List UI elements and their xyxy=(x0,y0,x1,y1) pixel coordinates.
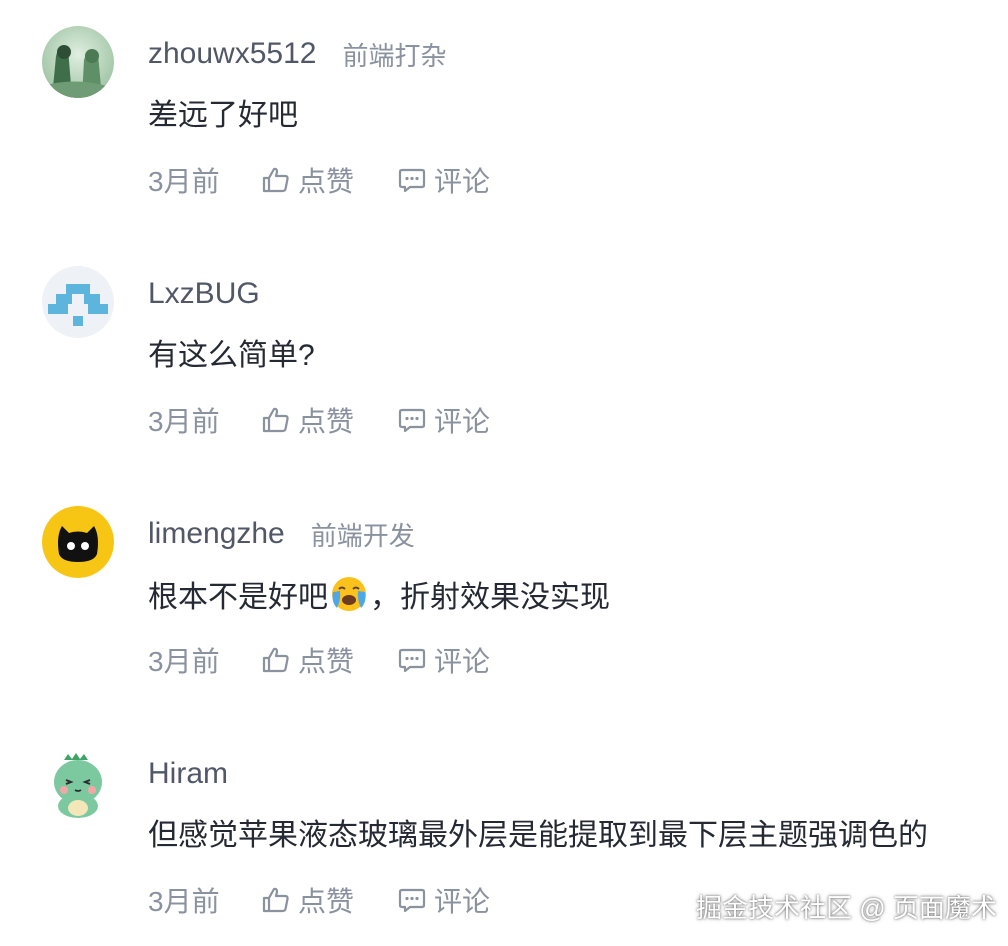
thumbs-up-icon xyxy=(262,887,289,913)
comment-label: 评论 xyxy=(434,886,491,917)
username[interactable]: zhouwx5512 xyxy=(148,37,316,71)
loudly-crying-emoji-icon xyxy=(332,577,366,611)
reply-button[interactable]: 评论 xyxy=(396,160,490,200)
comment-bubble-icon xyxy=(398,888,426,913)
thumbs-up-icon xyxy=(262,167,289,193)
like-label: 点赞 xyxy=(298,646,355,677)
user-avatar[interactable] xyxy=(42,746,114,818)
like-button[interactable]: 点赞 xyxy=(260,400,354,440)
thumbs-up-icon xyxy=(262,407,289,433)
comment-text: 根本不是好吧 xyxy=(148,581,328,614)
thumbs-up-icon xyxy=(262,647,289,673)
comment-bubble-icon xyxy=(398,168,426,193)
comment-bubble-icon xyxy=(398,648,426,673)
comment-content: 有这么简单? xyxy=(148,339,315,372)
user-avatar[interactable] xyxy=(42,26,114,98)
comment-label: 评论 xyxy=(434,646,491,677)
username[interactable]: LxzBUG xyxy=(148,277,260,311)
user-avatar[interactable] xyxy=(42,266,114,338)
comment-item: zhouwx5512 前端打杂 差远了好吧 3月前 点赞 评论 xyxy=(0,0,1008,200)
comment-label: 评论 xyxy=(434,166,491,197)
like-label: 点赞 xyxy=(298,406,355,437)
comment-header: Hiram xyxy=(148,754,228,794)
username[interactable]: limengzhe xyxy=(148,517,285,551)
comment-header: zhouwx5512 前端打杂 xyxy=(148,34,446,74)
like-label: 点赞 xyxy=(298,886,355,917)
comment-label: 评论 xyxy=(434,406,491,437)
comment-content: 差远了好吧 xyxy=(148,99,298,132)
user-avatar[interactable] xyxy=(42,506,114,578)
comment-time: 3月前 xyxy=(148,886,220,917)
watermark: 掘金技术社区 @ 页面魔术 xyxy=(696,893,997,923)
reply-button[interactable]: 评论 xyxy=(396,640,490,680)
comment-item: limengzhe 前端开发 根本不是好吧 ，折射效果没实现 3月前 点赞 评论 xyxy=(0,480,1008,680)
comment-bubble-icon xyxy=(398,408,426,433)
blue-pixel-invader-avatar-icon xyxy=(42,266,114,338)
comment-actions: 3月前 点赞 评论 xyxy=(148,160,532,200)
green-forest-couple-avatar-icon xyxy=(42,26,114,98)
job-title: 前端打杂 xyxy=(342,40,447,71)
like-button[interactable]: 点赞 xyxy=(260,640,354,680)
username[interactable]: Hiram xyxy=(148,757,228,791)
like-button[interactable]: 点赞 xyxy=(260,160,354,200)
comment-actions: 3月前 点赞 评论 xyxy=(148,400,532,440)
like-button[interactable]: 点赞 xyxy=(260,880,354,920)
reply-button[interactable]: 评论 xyxy=(396,880,490,920)
comment-time: 3月前 xyxy=(148,406,220,437)
comment-text-continued: ，折射效果没实现 xyxy=(370,581,610,614)
comment-actions: 3月前 点赞 评论 xyxy=(148,640,532,680)
comment-content: 但感觉苹果液态玻璃最外层是能提取到最下层主题强调色的 xyxy=(148,819,928,852)
job-title: 前端开发 xyxy=(310,520,415,551)
reply-button[interactable]: 评论 xyxy=(396,400,490,440)
black-cat-yellow-avatar-icon xyxy=(42,506,114,578)
comment-content: 根本不是好吧 ，折射效果没实现 xyxy=(148,574,610,620)
like-label: 点赞 xyxy=(298,166,355,197)
comment-time: 3月前 xyxy=(148,646,220,677)
comment-time: 3月前 xyxy=(148,166,220,197)
comment-actions: 3月前 点赞 评论 xyxy=(148,880,532,920)
comment-item: LxzBUG 有这么简单? 3月前 点赞 评论 xyxy=(0,240,1008,440)
comment-header: limengzhe 前端开发 xyxy=(148,514,415,554)
green-dinosaur-avatar-icon xyxy=(42,746,114,818)
comment-header: LxzBUG xyxy=(148,274,260,314)
